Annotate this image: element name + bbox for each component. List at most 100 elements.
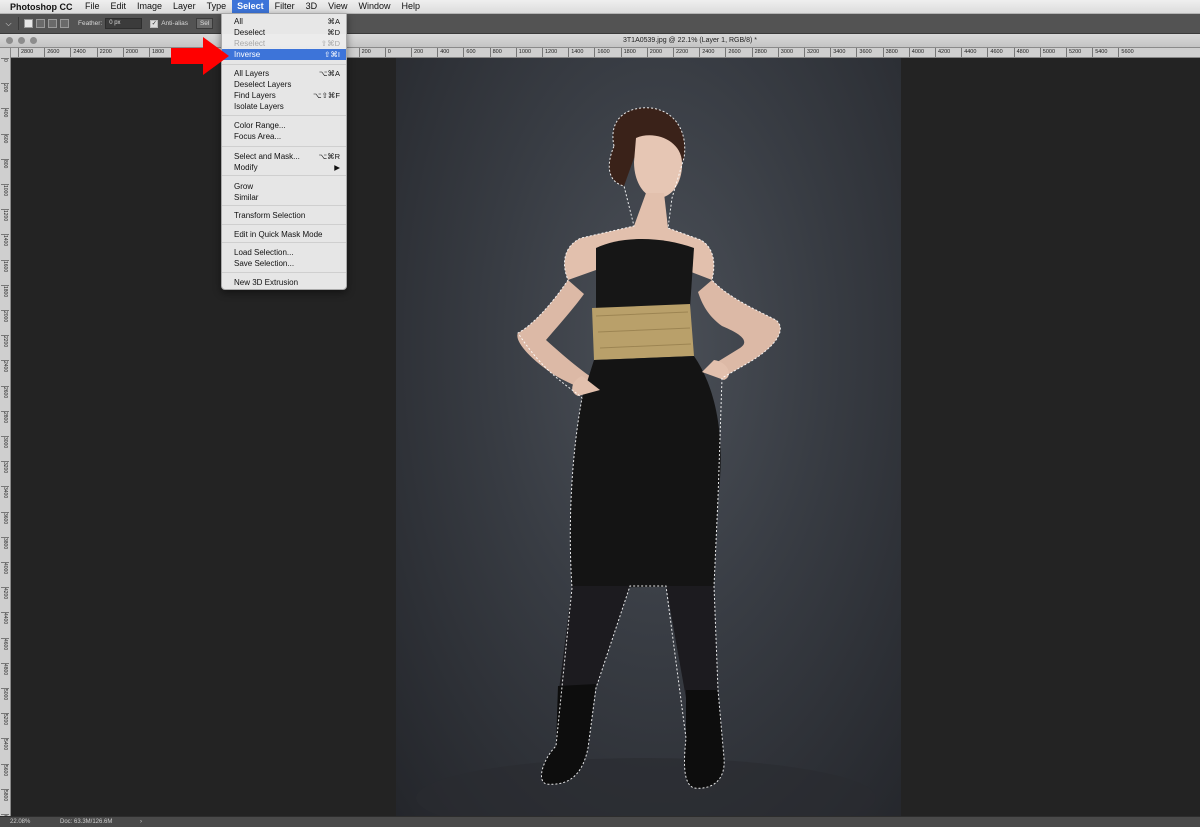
menu-image[interactable]: Image (132, 0, 168, 13)
menu-separator (222, 115, 346, 116)
menu-layer[interactable]: Layer (168, 0, 202, 13)
menu-item-shortcut: ⇧⌘D (320, 39, 340, 48)
ruler-tick-label: 4000 (1, 562, 9, 575)
menu-item-find-layers[interactable]: Find Layers ⌥⇧⌘F (222, 90, 346, 101)
ruler-tick-label: 800 (489, 48, 502, 57)
feather-label: Feather: (78, 20, 103, 27)
ruler-tick-label: 1600 (594, 48, 610, 57)
menu-item-all[interactable]: All ⌘A (222, 16, 346, 27)
menu-item-label: Load Selection... (234, 248, 294, 257)
menu-item-shortcut: ⌘A (327, 17, 340, 26)
ruler-tick-label: 4400 (1, 612, 9, 625)
menu-item-focus-area[interactable]: Focus Area... (222, 131, 346, 142)
ruler-tick-label: 5200 (1066, 48, 1081, 57)
ruler-tick-label: 4600 (987, 48, 1003, 57)
status-bar: 22.08% Doc: 63.3M/126.6M › (0, 816, 1200, 827)
menu-file[interactable]: File (80, 0, 106, 13)
menu-item-transform-selection[interactable]: Transform Selection (222, 210, 346, 221)
ruler-tick-label: 2800 (751, 48, 767, 57)
menu-item-label: Deselect Layers (234, 80, 292, 89)
ruler-tick-label: 5400 (1092, 48, 1107, 57)
menu-view[interactable]: View (323, 0, 353, 13)
feather-input[interactable]: 0 px (105, 18, 143, 29)
menu-select[interactable]: Select (231, 0, 270, 13)
select-subject-button[interactable]: Sel (195, 18, 214, 29)
ruler-tick-label: 4400 (961, 48, 976, 57)
menu-window[interactable]: Window (353, 0, 396, 13)
ruler-tick-label: 800 (1, 158, 9, 169)
ruler-tick-label: 1400 (1, 234, 9, 247)
ruler-tick-label: 2800 (18, 48, 33, 57)
menu-item-all-layers[interactable]: All Layers ⌥⌘A (222, 68, 346, 79)
annotation-arrow-icon (171, 37, 229, 75)
ruler-tick-label: 4200 (935, 48, 950, 57)
new-selection-icon[interactable] (24, 19, 33, 28)
menu-item-save-selection[interactable]: Save Selection... (222, 258, 346, 269)
ruler-tick-label: 4800 (1013, 48, 1029, 57)
menu-help[interactable]: Help (396, 0, 426, 13)
menu-item-shortcut: ⇧⌘I (324, 50, 340, 59)
ruler-tick-label: 3800 (1, 536, 9, 549)
menu-item-label: New 3D Extrusion (234, 278, 299, 287)
ruler-tick-label: 1800 (620, 48, 636, 57)
menu-3d[interactable]: 3D (300, 0, 323, 13)
ruler-tick-label: 200 (411, 48, 423, 57)
ruler-tick-label: 2200 (96, 48, 112, 57)
subtract-selection-icon[interactable] (48, 19, 57, 28)
ruler-tick-label: 0 (384, 48, 391, 57)
ruler-tick-label: 5800 (1, 788, 9, 801)
add-selection-icon[interactable] (36, 19, 45, 28)
ruler-tick-label: 600 (463, 48, 476, 57)
menu-item-shortcut: ⌥⌘R (318, 152, 340, 161)
ruler-tick-label: 3600 (1, 511, 9, 524)
menu-item-edit-in-quick-mask-mode[interactable]: Edit in Quick Mask Mode (222, 229, 346, 240)
antialias-checkbox[interactable]: ✓ (150, 19, 159, 28)
menu-type[interactable]: Type (201, 0, 232, 13)
app-menu[interactable]: Photoshop CC (0, 2, 80, 12)
menu-item-isolate-layers[interactable]: Isolate Layers (222, 101, 346, 112)
menu-item-select-and-mask[interactable]: Select and Mask... ⌥⌘R (222, 151, 346, 162)
ruler-tick-label: 2600 (1, 385, 9, 398)
ruler-tick-label: 2400 (70, 48, 86, 57)
menu-item-label: All Layers (234, 69, 270, 78)
ruler-tick-label: 1800 (1, 284, 9, 297)
menu-item-label: Similar (234, 193, 259, 202)
ruler-tick-label: 3200 (1, 461, 9, 474)
menu-item-load-selection[interactable]: Load Selection... (222, 247, 346, 258)
marquee-tool-icon[interactable]: ⌵ (4, 19, 13, 28)
ruler-tick-label: 4600 (1, 637, 9, 650)
menu-item-deselect-layers[interactable]: Deselect Layers (222, 79, 346, 90)
menu-item-label: Find Layers (234, 91, 276, 100)
menu-item-grow[interactable]: Grow (222, 181, 346, 192)
ruler-tick-label: 5400 (1, 738, 9, 751)
ruler-tick-label: 200 (358, 48, 371, 57)
intersect-selection-icon[interactable] (60, 19, 69, 28)
menu-separator (222, 242, 346, 243)
menu-item-new-3d-extrusion[interactable]: New 3D Extrusion (222, 277, 346, 288)
ruler-tick-label: 2400 (699, 48, 714, 57)
ruler-tick-label: 1200 (542, 48, 557, 57)
ruler-tick-label: 1200 (1, 209, 9, 222)
menu-item-inverse[interactable]: Inverse ⇧⌘I (222, 49, 346, 60)
menu-item-reselect: Reselect ⇧⌘D (222, 38, 346, 49)
model-silhouette (416, 107, 876, 816)
canvas-area[interactable] (11, 58, 1200, 816)
ruler-tick-label: 400 (1, 108, 9, 118)
menu-item-deselect[interactable]: Deselect ⌘D (222, 27, 346, 38)
menu-item-modify[interactable]: Modify ▶ (222, 162, 346, 173)
menu-edit[interactable]: Edit (105, 0, 132, 13)
menu-item-label: Grow (234, 182, 254, 191)
vertical-ruler[interactable]: 0 200 400 600 800 1000 1200 1400 1600 1800 2000 220… (0, 48, 11, 816)
ruler-tick-label: 2800 (1, 410, 9, 423)
menu-item-label: Transform Selection (234, 211, 306, 220)
ruler-tick-label: 1400 (568, 48, 583, 57)
divider (18, 17, 19, 30)
menu-item-color-range[interactable]: Color Range... (222, 120, 346, 131)
menu-filter[interactable]: Filter (269, 0, 300, 13)
ruler-tick-label: 2000 (646, 48, 662, 57)
menu-bar: Photoshop CC File Edit Image Layer Type … (0, 0, 1200, 14)
ruler-tick-label: 3000 (777, 48, 793, 57)
ruler-tick-label: 3600 (856, 48, 872, 57)
menu-item-similar[interactable]: Similar (222, 192, 346, 203)
photo-layer[interactable] (396, 58, 901, 816)
